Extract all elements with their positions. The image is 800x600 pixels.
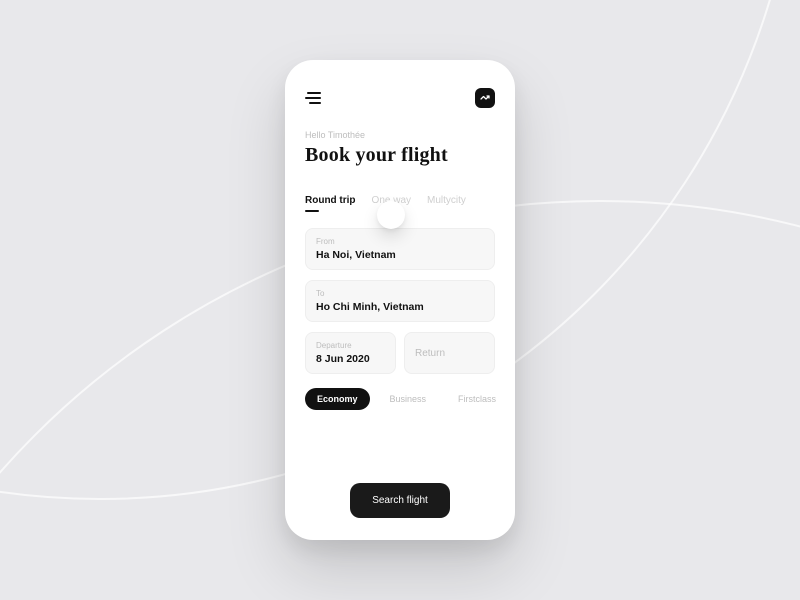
search-flight-button[interactable]: Search flight (350, 483, 450, 518)
to-label: To (316, 289, 484, 298)
trip-type-tabs: Round trip One way Multycity (305, 195, 495, 212)
phone-frame: Hello Timothée Book your flight Round tr… (285, 60, 515, 540)
from-label: From (316, 237, 484, 246)
return-field[interactable]: Return (404, 332, 495, 374)
return-placeholder: Return (415, 348, 445, 359)
page-title: Book your flight (305, 144, 495, 167)
swap-knob[interactable] (377, 201, 405, 229)
from-value: Ha Noi, Vietnam (316, 249, 484, 261)
tab-round-trip[interactable]: Round trip (305, 195, 356, 212)
departure-label: Departure (316, 341, 385, 350)
cabin-class-chips: Economy Business Firstclass (305, 388, 495, 410)
tab-multicity[interactable]: Multycity (427, 195, 466, 212)
brand-icon[interactable] (475, 88, 495, 108)
to-field[interactable]: To Ho Chi Minh, Vietnam (305, 280, 495, 322)
chip-business[interactable]: Business (378, 388, 439, 410)
chip-economy[interactable]: Economy (305, 388, 370, 410)
date-row: Departure 8 Jun 2020 Return (305, 332, 495, 374)
departure-value: 8 Jun 2020 (316, 353, 385, 365)
from-field[interactable]: From Ha Noi, Vietnam (305, 228, 495, 270)
departure-field[interactable]: Departure 8 Jun 2020 (305, 332, 396, 374)
to-value: Ho Chi Minh, Vietnam (316, 301, 484, 313)
greeting-text: Hello Timothée (305, 130, 495, 140)
top-bar (305, 88, 495, 108)
chip-firstclass[interactable]: Firstclass (446, 388, 508, 410)
menu-icon[interactable] (305, 92, 321, 104)
